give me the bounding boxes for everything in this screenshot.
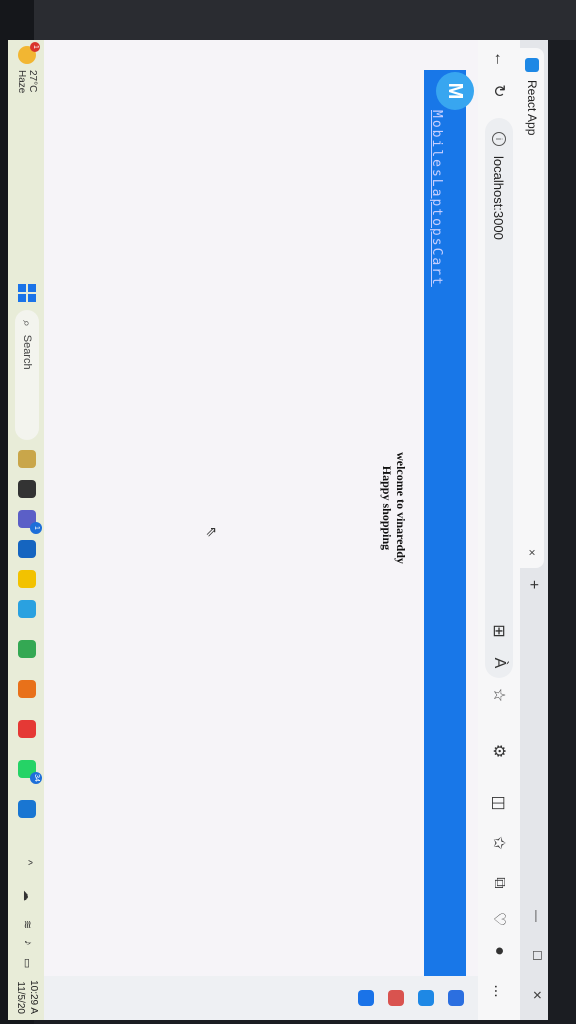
tab-close-icon[interactable]: × — [525, 549, 539, 556]
cloud-icon[interactable]: ☁ — [21, 890, 34, 901]
more-icon[interactable]: ... — [488, 980, 510, 1002]
favorites-icon[interactable]: ✩ — [488, 832, 510, 854]
tray-chevron-icon[interactable]: ^ — [22, 860, 34, 865]
search-sidebar-icon[interactable] — [448, 990, 464, 1006]
taskbar-clock[interactable]: 10:29 A 11/5/20 — [14, 980, 40, 1014]
widgets-app-icon[interactable] — [18, 450, 36, 468]
welcome-heading: welcome to vinareddy — [394, 452, 408, 564]
split-screen-icon[interactable]: ◫ — [488, 792, 510, 814]
site-logo-icon[interactable]: M — [436, 72, 474, 110]
browser-tab-strip: React App × + — ☐ ✕ — [520, 40, 548, 1020]
wifi-icon[interactable]: ≋ — [21, 920, 34, 929]
monitor-screen: React App × + — ☐ ✕ ← ↻ i localhost:3000… — [8, 40, 548, 1020]
extensions-icon[interactable]: ⚙ — [488, 740, 510, 762]
edge-icon[interactable] — [18, 600, 36, 618]
search-icon: ⌕ — [20, 320, 35, 327]
collections-icon[interactable]: ⧉ — [488, 872, 510, 894]
outlook-sidebar-icon[interactable] — [358, 990, 374, 1006]
windows-start-icon[interactable] — [18, 284, 36, 302]
address-bar[interactable]: i localhost:3000 — [485, 118, 513, 678]
browser-essentials-icon[interactable]: ♡ — [488, 908, 510, 930]
weather-badge: 1 — [30, 42, 40, 52]
whatsapp-icon[interactable]: 34 — [18, 760, 42, 784]
browser-toolbar: ← ↻ i localhost:3000 ⊞ À ☆ ⚙ ◫ ✩ ⧉ ♡ ● … — [477, 40, 520, 1020]
close-window-button[interactable]: ✕ — [530, 990, 544, 1000]
battery-icon[interactable]: ▭ — [21, 958, 34, 968]
whatsapp-badge: 34 — [30, 772, 42, 784]
weather-desc: Haze — [16, 70, 27, 94]
chrome-icon[interactable] — [18, 640, 36, 658]
volume-icon[interactable]: ♪ — [22, 940, 34, 946]
edge-sidebar — [8, 976, 478, 1020]
youtube-icon[interactable] — [18, 720, 36, 738]
welcome-subheading: Happy shopping — [380, 465, 394, 551]
teams-icon[interactable]: 1 — [18, 510, 42, 534]
weather-sun-icon: 1 — [18, 42, 40, 64]
search-label: Search — [21, 334, 33, 370]
task-view-icon[interactable] — [18, 480, 36, 498]
tab-title: React App — [525, 80, 539, 136]
photo-top-bezel — [0, 0, 576, 40]
teams-badge: 1 — [30, 522, 42, 534]
page-content: M MobilesLaptopsCart welcome to vinaredd… — [8, 40, 478, 980]
back-button[interactable]: ← — [488, 48, 510, 70]
url-text: localhost:3000 — [491, 156, 507, 240]
copilot-sidebar-icon[interactable] — [418, 990, 434, 1006]
vscode-blue-icon[interactable] — [18, 540, 36, 558]
brand-link[interactable]: MobilesLaptopsCart — [429, 110, 444, 287]
sublime-icon[interactable] — [18, 680, 36, 698]
star-icon[interactable]: ☆ — [488, 684, 510, 706]
react-favicon-icon — [525, 58, 539, 72]
clock-time: 10:29 A — [28, 980, 39, 1014]
read-aloud-icon[interactable]: À — [488, 652, 510, 674]
minimize-button[interactable]: — — [530, 910, 544, 922]
new-tab-button[interactable]: + — [524, 580, 542, 589]
refresh-button[interactable]: ↻ — [488, 80, 510, 102]
weather-temp: 27°C — [27, 70, 38, 93]
taskbar-search[interactable]: ⌕ Search — [15, 310, 39, 440]
mouse-cursor-icon: ⇖ — [204, 526, 220, 538]
maximize-button[interactable]: ☐ — [530, 950, 544, 961]
site-info-icon[interactable]: i — [492, 132, 506, 146]
profile-icon[interactable]: ● — [488, 940, 510, 962]
tools-sidebar-icon[interactable] — [388, 990, 404, 1006]
browser-tab[interactable]: React App × — [520, 48, 544, 568]
vscode-icon[interactable] — [18, 800, 36, 818]
clock-date: 11/5/20 — [15, 981, 26, 1014]
weather-widget[interactable]: 1 27°C Haze — [16, 42, 40, 94]
file-explorer-icon[interactable] — [18, 570, 36, 588]
site-navbar: M MobilesLaptopsCart — [424, 70, 474, 980]
windows-taskbar: 1 27°C Haze ⌕ Search 1 34 ^ ☁ ≋ ♪ ▭ 10:2… — [8, 40, 44, 1020]
grid-icon[interactable]: ⊞ — [488, 620, 510, 642]
